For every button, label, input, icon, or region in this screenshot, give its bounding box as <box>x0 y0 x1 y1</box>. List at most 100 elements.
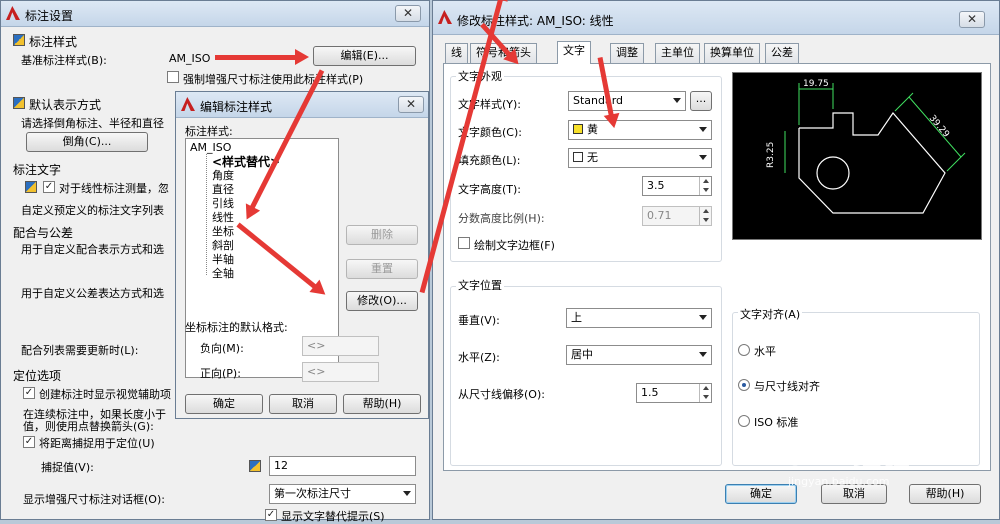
text-height-input[interactable]: 3.5 <box>642 176 712 196</box>
tab-lines[interactable]: 线 <box>445 43 468 63</box>
tab-fit[interactable]: 调整 <box>610 43 644 63</box>
watermark-brand2: 经验 <box>853 439 912 472</box>
fill-color-combo[interactable]: 无 <box>568 148 712 168</box>
draw-frame-checkbox[interactable] <box>458 237 470 249</box>
negative-input[interactable]: <> <box>302 336 379 356</box>
fraction-scale-value: 0.71 <box>647 209 672 222</box>
snap-value-label: 捕捉值(V): <box>41 461 94 474</box>
chevron-down-icon <box>403 491 411 496</box>
text-alignment-label: 文字对齐(A) <box>738 306 803 322</box>
reset-button[interactable]: 重置 <box>346 259 418 279</box>
offset-input[interactable]: 1.5 <box>636 383 712 403</box>
help-button[interactable]: 帮助(H) <box>343 394 421 414</box>
text-style-browse-button[interactable]: ... <box>690 91 712 111</box>
spinner-icon[interactable] <box>699 384 711 402</box>
horizontal-combo[interactable]: 居中 <box>566 345 712 365</box>
text-style-value: Standard <box>573 94 624 107</box>
show-dialog-combo[interactable]: 第一次标注尺寸 <box>269 484 416 504</box>
force-enhanced-checkbox[interactable] <box>167 71 179 83</box>
tab-tolerances[interactable]: 公差 <box>765 43 799 63</box>
base-style-value: AM_ISO <box>169 52 211 65</box>
linear-ignore-checkbox[interactable]: ✓ <box>43 181 55 193</box>
align-dimline-label: 与尺寸线对齐 <box>754 380 820 393</box>
vertical-value: 上 <box>571 311 582 324</box>
dialog-title: 编辑标注样式 <box>200 100 273 114</box>
annotation-arrow-1 <box>215 49 309 65</box>
default-rep-icon <box>13 97 25 109</box>
ok-button[interactable]: 确定 <box>725 484 797 504</box>
fit-header: 配合与公差 <box>13 226 74 240</box>
show-dialog-label: 显示增强尺寸标注对话框(O): <box>23 493 165 506</box>
tab-alternate-units[interactable]: 换算单位 <box>704 43 760 63</box>
snap-value-input[interactable]: 12 <box>269 456 416 476</box>
empty-swatch <box>573 152 583 162</box>
dim-style-header: 标注样式 <box>29 35 78 49</box>
snap-icon <box>249 460 261 472</box>
base-style-label: 基准标注样式(B): <box>21 54 107 67</box>
baidu-watermark: Bai✿经验 <box>760 434 911 474</box>
part-hole <box>816 156 850 190</box>
delete-button[interactable]: 删除 <box>346 225 418 245</box>
watermark-brand: Bai <box>760 434 824 474</box>
app-icon <box>6 6 20 20</box>
cancel-button[interactable]: 取消 <box>269 394 337 414</box>
dim-text-slant: 39.29 <box>927 114 951 140</box>
force-enhanced-label: 强制增强尺寸标注使用此标注样式(P) <box>183 73 364 86</box>
modify-button[interactable]: 修改(O)... <box>346 291 418 311</box>
vertical-label: 垂直(V): <box>458 314 500 327</box>
close-button[interactable]: ✕ <box>395 5 421 22</box>
snap-to-pos-checkbox[interactable]: ✓ <box>23 436 35 448</box>
fill-color-label: 填充颜色(L): <box>458 154 521 167</box>
paw-icon: ✿ <box>823 434 854 474</box>
close-button[interactable]: ✕ <box>959 11 985 28</box>
show-text-override-checkbox[interactable]: ✓ <box>265 509 277 521</box>
position-header: 定位选项 <box>13 369 62 383</box>
show-dialog-value: 第一次标注尺寸 <box>274 487 351 500</box>
horizontal-label: 水平(Z): <box>458 351 500 364</box>
custom-text-label: 自定义预定义的标注文字列表 <box>21 204 164 217</box>
styles-label: 标注样式: <box>185 125 233 138</box>
chevron-down-icon <box>699 155 707 160</box>
positive-label: 正向(P): <box>200 367 241 380</box>
snap-to-pos-label: 将距离捕捉用于定位(U) <box>39 437 155 450</box>
tree-item-fullaxis[interactable]: 全轴 <box>212 265 234 281</box>
chevron-down-icon <box>699 352 707 357</box>
chevron-down-icon <box>699 315 707 320</box>
align-iso-radio[interactable] <box>738 415 750 427</box>
app-icon <box>181 97 195 111</box>
fraction-scale-input[interactable]: 0.71 <box>642 206 712 226</box>
continuous-line2: 值，则使用点替换箭头(G): <box>23 420 154 433</box>
preview-drawing: 19.75 R3.25 39.29 <box>766 79 966 214</box>
title-bar: 标注设置 ✕ <box>1 1 429 27</box>
tab-primary-units[interactable]: 主单位 <box>655 43 700 63</box>
text-height-label: 文字高度(T): <box>458 183 522 196</box>
help-button[interactable]: 帮助(H) <box>909 484 981 504</box>
chevron-down-icon <box>673 98 681 103</box>
close-button[interactable]: ✕ <box>398 96 424 113</box>
align-horizontal-radio[interactable] <box>738 344 750 356</box>
edit-button[interactable]: 编辑(E)... <box>313 46 416 66</box>
text-header: 标注文字 <box>13 163 62 177</box>
fit-list-update-label: 配合列表需要更新时(L): <box>21 344 139 357</box>
chamfer-button[interactable]: 倒角(C)... <box>26 132 148 152</box>
ok-button[interactable]: 确定 <box>185 394 263 414</box>
watermark-site: jingyan.baidu.com <box>788 475 890 488</box>
text-style-combo[interactable]: Standard <box>568 91 686 111</box>
text-color-value: 黄 <box>587 123 598 136</box>
positive-input[interactable]: <> <box>302 362 379 382</box>
modify-dim-style-dialog: 修改标注样式: AM_ISO: 线性 ✕ 线 符号和箭头 文字 调整 主单位 换… <box>432 0 1000 520</box>
tab-panel: 文字外观 文字样式(Y): Standard ... 文字颜色(C): 黄 填充… <box>443 63 991 471</box>
title-bar: 修改标注样式: AM_ISO: 线性 ✕ <box>433 1 999 35</box>
fill-color-value: 无 <box>587 151 598 164</box>
app-icon <box>438 10 452 24</box>
spinner-icon[interactable] <box>699 177 711 195</box>
preview-pane: 19.75 R3.25 39.29 <box>732 72 982 240</box>
spinner-icon[interactable] <box>699 207 711 225</box>
create-helper-checkbox[interactable]: ✓ <box>23 387 35 399</box>
edit-dim-style-dialog: 编辑标注样式 ✕ 标注样式: AM_ISO <样式替代> 角度 直径 引线 线性… <box>175 91 429 419</box>
tab-text[interactable]: 文字 <box>557 41 591 64</box>
vertical-combo[interactable]: 上 <box>566 308 712 328</box>
text-color-combo[interactable]: 黄 <box>568 120 712 140</box>
align-dimline-radio[interactable] <box>738 379 750 391</box>
fraction-scale-label: 分数高度比例(H): <box>458 212 545 225</box>
